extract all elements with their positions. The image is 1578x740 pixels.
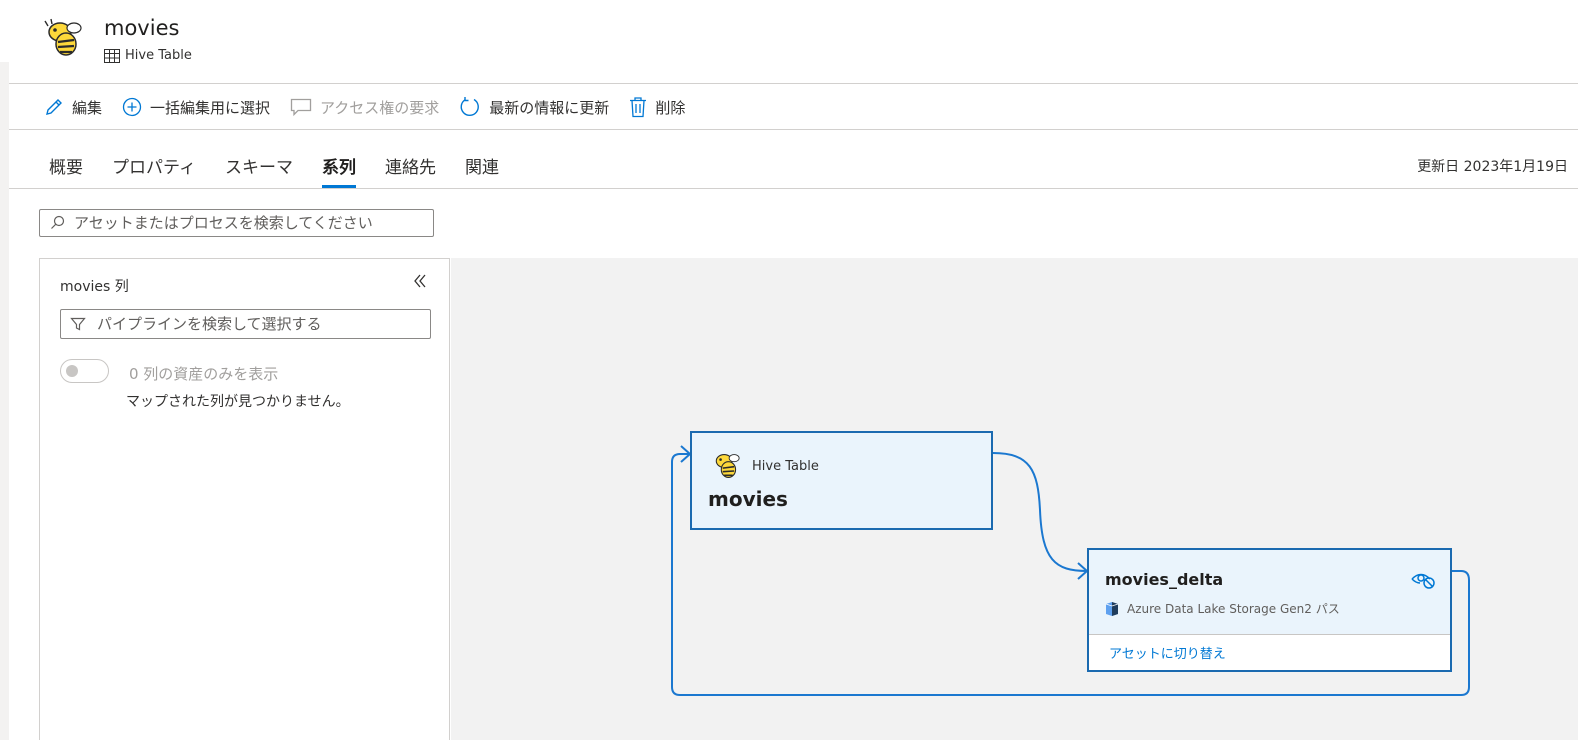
delete-button[interactable]: 削除 xyxy=(629,96,685,118)
left-nav-edge-top xyxy=(0,0,9,62)
filter-icon xyxy=(70,317,86,331)
refresh-icon xyxy=(460,97,480,117)
toggle-knob xyxy=(66,365,78,377)
hide-eye-icon[interactable] xyxy=(1410,570,1436,594)
tab-overview[interactable]: 概要 xyxy=(49,153,83,186)
lineage-node-movies-delta[interactable]: movies_delta Azure Data Lake Storage Gen… xyxy=(1087,548,1452,672)
asset-search-input[interactable] xyxy=(72,213,416,233)
trash-icon xyxy=(630,97,647,118)
asset-type-label: Hive Table xyxy=(125,48,192,63)
tab-contacts[interactable]: 連絡先 xyxy=(385,153,436,186)
table-icon xyxy=(104,48,120,63)
columns-panel: movies 列 0 列の資産のみを表示 マップされた列が見つかりません。 xyxy=(39,258,450,740)
updated-date: 更新日 2023年1月19日 xyxy=(1417,159,1568,175)
pipeline-filter-box[interactable] xyxy=(60,309,431,339)
comment-icon xyxy=(290,98,312,117)
access-request-button[interactable]: アクセス権の要求 xyxy=(290,97,439,118)
access-request-label: アクセス権の要求 xyxy=(320,98,440,117)
node-source-row: Azure Data Lake Storage Gen2 パス xyxy=(1105,600,1340,617)
panel-title: movies 列 xyxy=(60,279,129,295)
lineage-node-movies[interactable]: Hive Table movies xyxy=(690,431,993,530)
refresh-label: 最新の情報に更新 xyxy=(489,98,610,117)
node-name: movies xyxy=(708,487,788,511)
tab-bar: 概要 プロパティ スキーマ 系列 連絡先 関連 xyxy=(49,153,528,188)
node-source-type: Azure Data Lake Storage Gen2 パス xyxy=(1127,602,1340,616)
edit-label: 編集 xyxy=(72,98,103,117)
toolbar-divider xyxy=(9,129,1578,130)
node-name: movies_delta xyxy=(1105,570,1224,589)
collapse-panel-button[interactable] xyxy=(412,273,428,294)
switch-to-asset-link[interactable]: アセットに切り替え xyxy=(1109,643,1226,662)
search-icon xyxy=(51,215,65,229)
edit-button[interactable]: 編集 xyxy=(44,97,102,118)
delete-label: 削除 xyxy=(655,98,686,117)
empty-message: マップされた列が見つかりません。 xyxy=(126,394,350,410)
lineage-page: movies Hive Table 編集 一括編集用に選択 アクセス権の要求 最… xyxy=(0,0,1578,740)
command-bar: 編集 一括編集用に選択 アクセス権の要求 最新の情報に更新 削除 xyxy=(44,93,705,121)
node-header: movies_delta Azure Data Lake Storage Gen… xyxy=(1089,550,1450,634)
header-divider xyxy=(9,83,1578,84)
hive-bee-icon xyxy=(42,18,86,60)
tab-properties[interactable]: プロパティ xyxy=(112,153,196,186)
node-footer: アセットに切り替え xyxy=(1089,634,1450,670)
left-nav-edge xyxy=(0,0,9,740)
add-circle-icon xyxy=(122,97,142,117)
asset-type: Hive Table xyxy=(104,48,192,63)
hive-bee-icon xyxy=(715,454,740,478)
toggle-label: 0 列の資産のみを表示 xyxy=(129,365,279,383)
page-title: movies xyxy=(104,16,180,40)
node-type-label: Hive Table xyxy=(752,458,819,474)
tab-schema[interactable]: スキーマ xyxy=(225,153,293,186)
tabs-divider xyxy=(9,188,1578,189)
tab-related[interactable]: 関連 xyxy=(465,153,499,186)
tab-lineage[interactable]: 系列 xyxy=(321,153,356,188)
column-assets-toggle[interactable] xyxy=(60,359,109,383)
double-chevron-left-icon xyxy=(414,274,426,288)
data-lake-storage-icon xyxy=(1105,601,1119,616)
bulk-select-label: 一括編集用に選択 xyxy=(150,98,271,117)
pencil-icon xyxy=(46,99,62,115)
pipeline-filter-input[interactable] xyxy=(95,314,419,334)
node-type-row: Hive Table xyxy=(710,451,819,481)
asset-search-box[interactable] xyxy=(39,209,434,237)
refresh-button[interactable]: 最新の情報に更新 xyxy=(459,96,609,118)
bulk-select-button[interactable]: 一括編集用に選択 xyxy=(122,97,270,118)
